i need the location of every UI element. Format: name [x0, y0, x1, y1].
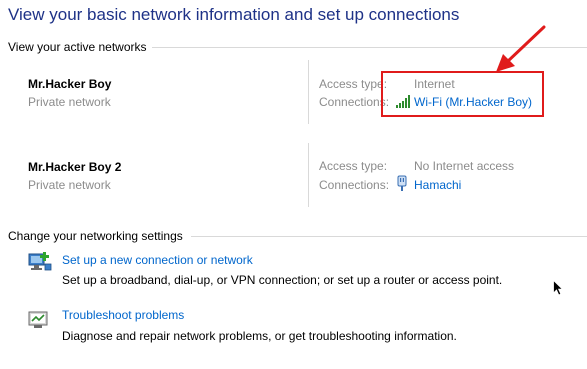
network-type[interactable]: Private network: [28, 178, 111, 192]
connections-label: Connections:: [319, 95, 390, 109]
hamachi-connection-link[interactable]: Hamachi: [414, 178, 461, 192]
setup-connection-description: Set up a broadband, dial-up, or VPN conn…: [62, 273, 503, 287]
active-networks-heading: View your active networks: [8, 40, 147, 54]
page-title: View your basic network information and …: [8, 5, 460, 24]
network-name: Mr.Hacker Boy 2: [28, 160, 122, 174]
troubleshoot-icon[interactable]: [28, 311, 48, 329]
annotation-highlight-box: [381, 71, 544, 117]
network-name: Mr.Hacker Boy: [28, 77, 112, 91]
mouse-cursor-icon: [553, 279, 564, 296]
access-type-label: Access type:: [319, 159, 388, 173]
access-type-label: Access type:: [319, 77, 388, 91]
new-connection-icon[interactable]: [28, 251, 52, 273]
vertical-divider: [308, 143, 309, 207]
vertical-divider: [308, 60, 309, 124]
network-type[interactable]: Private network: [28, 95, 111, 109]
access-type-value: No Internet access: [414, 159, 515, 173]
troubleshoot-description: Diagnose and repair network problems, or…: [62, 329, 457, 343]
section-divider: [191, 236, 587, 237]
troubleshoot-link[interactable]: Troubleshoot problems: [62, 308, 184, 322]
connections-label: Connections:: [319, 178, 390, 192]
annotation-arrow-icon: [490, 24, 550, 76]
settings-heading: Change your networking settings: [8, 229, 183, 243]
ethernet-plug-icon: [396, 175, 408, 192]
setup-connection-link[interactable]: Set up a new connection or network: [62, 253, 253, 267]
